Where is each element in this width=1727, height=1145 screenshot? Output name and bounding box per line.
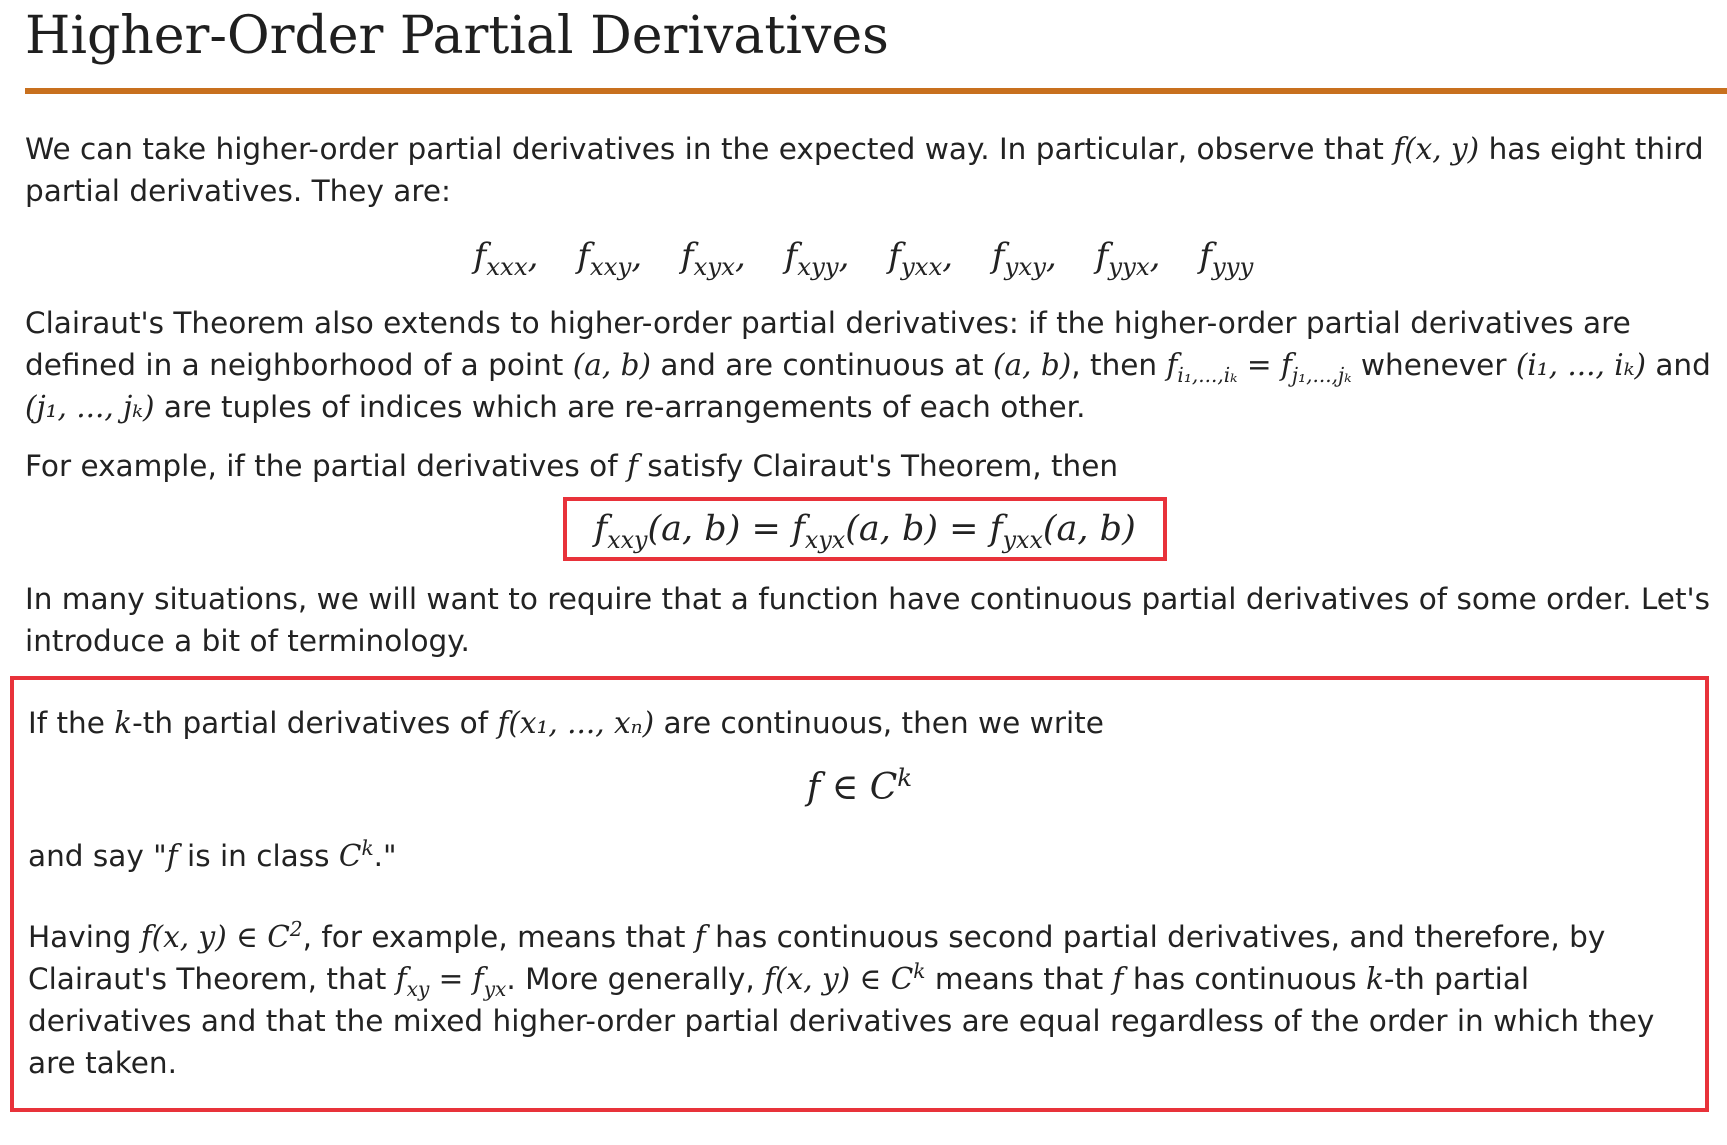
derivative-term: fyyx, (1095, 236, 1161, 281)
definition-class-sentence: and say "f is in class Ck." (28, 836, 397, 873)
intro-math: f(x, y) (1393, 132, 1480, 166)
clairaut-paragraph: Clairaut's Theorem also extends to highe… (25, 306, 1711, 424)
highlighted-equality: fxxy(a, b) = fxyx(a, b) = fyxx(a, b) (563, 497, 1167, 561)
derivative-term: fxxx, (473, 236, 539, 281)
terminology-paragraph: In many situations, we will want to requ… (25, 582, 1711, 658)
derivative-term: fxyx, (680, 236, 746, 281)
definition-intro: If the k-th partial derivatives of f(x₁,… (28, 706, 1104, 740)
derivative-term: fxyy, (784, 236, 850, 281)
example-paragraph: For example, if the partial derivatives … (25, 449, 1119, 483)
derivative-term: fyxy, (991, 236, 1057, 281)
page: Higher-Order Partial Derivatives We can … (0, 0, 1727, 1145)
intro-paragraph: We can take higher-order partial derivat… (25, 128, 1715, 212)
derivative-term: fxxy, (577, 236, 643, 281)
definition-box: If the k-th partial derivatives of f(x₁,… (10, 676, 1709, 1112)
derivative-term: fyxx, (888, 236, 954, 281)
definition-display-math: f ∈ Ck (806, 763, 913, 808)
page-title: Higher-Order Partial Derivatives (25, 6, 889, 66)
derivative-term: fyyy (1199, 236, 1254, 281)
third-derivatives-list: fxxx, fxxy, fxyx, fxyy, fyxx, fyxy, fyyx… (0, 234, 1727, 281)
title-underline (25, 88, 1727, 94)
intro-text-a: We can take higher-order partial derivat… (25, 132, 1394, 166)
definition-explanation: Having f(x, y) ∈ C2, for example, means … (28, 917, 1655, 1080)
